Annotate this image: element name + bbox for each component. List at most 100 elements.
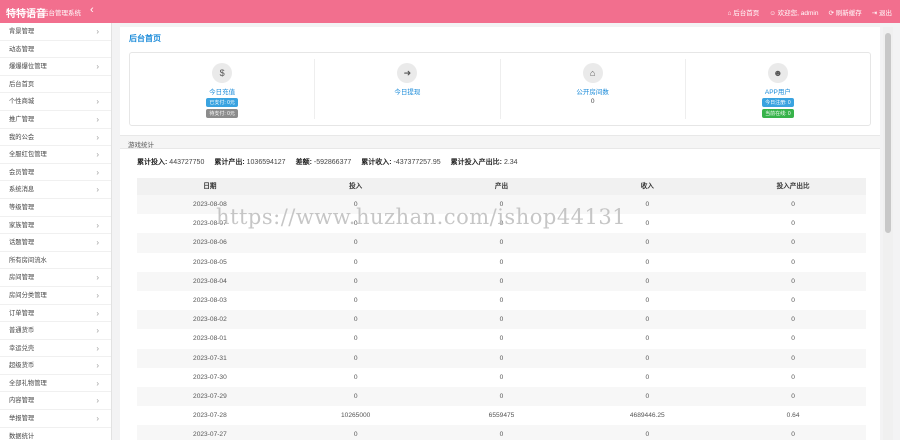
chevron-right-icon: › bbox=[96, 150, 99, 160]
table-cell: 0 bbox=[353, 201, 358, 208]
table-cell: 6559475 bbox=[488, 412, 515, 420]
sidebar-item-label: 普通货币 bbox=[9, 327, 35, 335]
table-cell: 2023-07-31 bbox=[193, 354, 227, 362]
sidebar-item-label: 会员管理 bbox=[9, 168, 35, 176]
table-cell: 0 bbox=[791, 258, 795, 266]
chevron-right-icon: › bbox=[96, 273, 99, 283]
table-cell: 0 bbox=[499, 316, 504, 324]
section-title: 游戏统计 bbox=[128, 142, 154, 149]
sidebar-item-label: 所有房间流水 bbox=[9, 256, 47, 264]
table-cell: 0 bbox=[791, 354, 795, 362]
card-label[interactable]: APP用户 bbox=[686, 86, 870, 96]
table-cell: 0 bbox=[353, 296, 358, 304]
sidebar: 背景管理 › 动态管理 爆爆爆位管理 › 后台首页 个性商城 › 推广管理 › 我的公会 › 全服红包管… bbox=[0, 23, 112, 440]
table-header: 日期 投入 产出 收入 投入产出比 bbox=[137, 178, 866, 195]
sidebar-item[interactable]: 话题管理 › bbox=[0, 234, 111, 252]
table-cell: 2023-08-08 bbox=[193, 201, 227, 208]
column-header: 产出 bbox=[494, 183, 509, 190]
logout-link[interactable]: ⇥ 退出 bbox=[872, 7, 892, 17]
money-icon: $ bbox=[212, 63, 233, 83]
sidebar-item-label: 后台首页 bbox=[9, 80, 35, 88]
summary-item: 累计投入: 443727750 bbox=[137, 159, 205, 166]
table-cell: 0 bbox=[353, 258, 358, 266]
table-row: 2023-07-27 0 0 0 0 bbox=[137, 425, 866, 440]
table-cell: 4689446.25 bbox=[629, 412, 665, 420]
table-row: 2023-07-30 0 0 0 0 bbox=[137, 368, 866, 387]
sidebar-item-label: 房间管理 bbox=[9, 274, 35, 282]
status-badge: 待支付: 0元 bbox=[206, 109, 238, 118]
chevron-left-icon[interactable]: ‹ bbox=[90, 4, 94, 16]
table-cell: 0 bbox=[645, 431, 650, 439]
sidebar-item[interactable]: 后台首页 bbox=[0, 76, 111, 94]
sidebar-item[interactable]: 超级货币 › bbox=[0, 357, 111, 375]
home-link[interactable]: ⌂ 后台首页 bbox=[727, 7, 759, 17]
user-welcome[interactable]: ☺ 欢迎您, admin bbox=[769, 7, 818, 17]
column-header: 收入 bbox=[640, 183, 654, 190]
column-header: 日期 bbox=[203, 183, 217, 190]
sidebar-item[interactable]: 背景管理 › bbox=[0, 23, 111, 41]
sidebar-item[interactable]: 我的公会 › bbox=[0, 129, 111, 147]
status-badge: 当前在线: 0 bbox=[762, 109, 794, 118]
sidebar-item-label: 系统消息 bbox=[9, 186, 35, 194]
sidebar-item[interactable]: 爆爆爆位管理 › bbox=[0, 58, 111, 76]
sidebar-item[interactable]: 推广管理 › bbox=[0, 111, 111, 129]
table-cell: 2023-07-28 bbox=[193, 412, 227, 420]
sidebar-item[interactable]: 所有房间流水 bbox=[0, 252, 111, 270]
table-row: 2023-08-01 0 0 0 0 bbox=[137, 329, 866, 348]
chevron-right-icon: › bbox=[96, 290, 99, 300]
chevron-right-icon: › bbox=[96, 378, 99, 388]
table-cell: 0 bbox=[791, 392, 795, 400]
table-row: 2023-08-08 0 0 0 0 bbox=[137, 195, 866, 215]
table-row: 2023-07-29 0 0 0 0 bbox=[137, 386, 866, 407]
table-row: 2023-08-07 0 0 0 0 bbox=[137, 214, 866, 233]
sidebar-item-label: 超级货币 bbox=[9, 362, 35, 370]
sidebar-item[interactable]: 家族管理 › bbox=[0, 217, 111, 235]
scrollbar[interactable] bbox=[883, 27, 893, 440]
sidebar-item-label: 个性商城 bbox=[9, 98, 35, 106]
table-cell: 0 bbox=[353, 431, 358, 439]
sidebar-item-label: 动态管理 bbox=[9, 45, 35, 53]
sidebar-item[interactable]: 系统消息 › bbox=[0, 181, 111, 199]
table-cell: 0 bbox=[791, 277, 795, 285]
chevron-right-icon: › bbox=[96, 414, 99, 424]
table-cell: 2023-07-29 bbox=[193, 392, 227, 400]
table-cell: 0 bbox=[353, 392, 358, 400]
sidebar-item[interactable]: 房间管理 › bbox=[0, 269, 111, 287]
sidebar-item[interactable]: 内容管理 › bbox=[0, 392, 111, 411]
sidebar-item-label: 幸运兑壳 bbox=[9, 344, 35, 352]
sidebar-item[interactable]: 个性商城 › bbox=[0, 93, 111, 111]
withdraw-icon: ➜ bbox=[397, 63, 418, 83]
scroll-thumb[interactable] bbox=[885, 33, 891, 233]
sidebar-item-label: 内容管理 bbox=[9, 397, 35, 405]
card-value: 0 bbox=[590, 98, 595, 105]
sidebar-item[interactable]: 全服红包管理 › bbox=[0, 146, 111, 164]
table-cell: 0 bbox=[645, 258, 650, 266]
table-cell: 0 bbox=[353, 373, 358, 381]
table-cell: 0 bbox=[791, 220, 795, 228]
sidebar-item[interactable]: 等级管理 bbox=[0, 199, 111, 217]
sidebar-item-label: 全部礼物管理 bbox=[9, 379, 47, 387]
sidebar-item[interactable]: 会员管理 › bbox=[0, 164, 111, 182]
app-brand: 特特语音 bbox=[6, 9, 46, 20]
sidebar-item-label: 全服红包管理 bbox=[9, 151, 47, 159]
card-label[interactable]: 今日提现 bbox=[315, 86, 499, 96]
status-badge: 已支付: 0元 bbox=[206, 98, 238, 107]
table-cell: 2023-08-06 bbox=[193, 239, 227, 247]
section-header: 游戏统计 bbox=[120, 135, 880, 149]
refresh-icon: ⟳ bbox=[828, 10, 834, 17]
sidebar-item-label: 推广管理 bbox=[9, 115, 35, 123]
refresh-cache-link[interactable]: ⟳ 刷新缓存 bbox=[828, 7, 861, 17]
sidebar-item[interactable]: 动态管理 bbox=[0, 41, 111, 59]
sidebar-item-label: 背景管理 bbox=[9, 28, 35, 35]
card-label[interactable]: 今日充值 bbox=[130, 86, 314, 96]
table-cell: 0 bbox=[499, 335, 504, 343]
sidebar-item[interactable]: 幸运兑壳 › bbox=[0, 340, 111, 358]
sidebar-item[interactable]: 数据统计 bbox=[0, 428, 111, 440]
sidebar-item[interactable]: 全部礼物管理 › bbox=[0, 375, 111, 393]
card-label[interactable]: 公开房间数 bbox=[501, 86, 685, 96]
sidebar-item[interactable]: 订单管理 › bbox=[0, 305, 111, 323]
sidebar-item[interactable]: 普通货币 › bbox=[0, 322, 111, 340]
sidebar-item[interactable]: 举报管理 › bbox=[0, 410, 111, 428]
stats-summary: 累计投入: 443727750 累计产出: 1036594127 差额: -59… bbox=[137, 157, 518, 167]
sidebar-item[interactable]: 房间分类管理 › bbox=[0, 287, 111, 305]
